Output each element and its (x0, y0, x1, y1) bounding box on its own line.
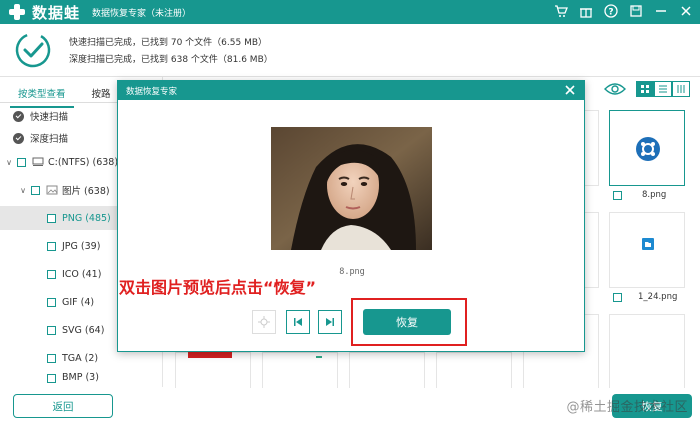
title-bar: 数据蛙 数据恢复专家（未注册） ? (0, 0, 700, 24)
previous-icon (294, 318, 302, 326)
tree-item-label: SVG (64) (62, 324, 105, 336)
list-view-icon[interactable] (654, 81, 672, 97)
file-thumbnail[interactable] (436, 352, 512, 388)
grid-view-icon[interactable] (636, 81, 654, 97)
file-label: 1_24.png (638, 292, 678, 302)
file-label: 8.png (642, 190, 667, 200)
close-icon[interactable] (562, 82, 578, 98)
checkbox[interactable] (613, 190, 622, 200)
eye-icon[interactable] (604, 81, 626, 97)
next-button[interactable] (318, 310, 342, 334)
file-thumbnail[interactable] (609, 212, 685, 288)
image-folder-icon (46, 185, 58, 195)
app-logo: 数据蛙 (8, 2, 80, 23)
divider (0, 76, 700, 77)
quick-scan-result: 快速扫描已完成，已找到 70 个文件（6.55 MB） (69, 38, 268, 48)
checked-icon (13, 110, 24, 122)
file-thumbnail[interactable] (609, 110, 685, 186)
file-icon (642, 238, 654, 250)
previous-button[interactable] (286, 310, 310, 334)
tab-by-type[interactable]: 按类型查看 (0, 84, 84, 108)
checkbox[interactable] (47, 269, 56, 279)
logo-text: 数据蛙 (32, 3, 81, 22)
watermark: @稀土掘金技术社区 (566, 400, 688, 415)
file-label-row: 8.png (613, 190, 666, 200)
dialog-header: 数据恢复专家 (118, 81, 584, 100)
checked-icon (13, 132, 24, 144)
locate-icon (258, 316, 270, 328)
tree-item-label: JPG (39) (62, 240, 101, 252)
tree-item-label: GIF (4) (62, 296, 95, 308)
help-icon[interactable]: ? (603, 3, 619, 19)
tree-item-label: ICO (41) (62, 268, 102, 280)
locate-button[interactable] (252, 310, 276, 334)
app-title: 数据恢复专家（未注册） (92, 8, 192, 19)
checkbox[interactable] (47, 241, 56, 251)
tree-item-label: TGA (2) (62, 352, 99, 364)
checkbox[interactable] (31, 185, 40, 195)
next-icon (326, 318, 334, 326)
checkbox[interactable] (613, 292, 622, 302)
deep-scan-result: 深度扫描已完成，已找到 638 个文件（81.6 MB） (69, 55, 273, 65)
media-file-icon (636, 137, 660, 161)
file-thumbnail[interactable] (262, 352, 338, 388)
checkbox[interactable] (47, 353, 56, 363)
chevron-down-icon[interactable]: ∨ (3, 158, 15, 167)
view-controls (604, 81, 690, 97)
preview-image[interactable] (271, 127, 432, 250)
detail-view-icon[interactable] (672, 81, 690, 97)
file-thumbnail[interactable] (609, 314, 685, 388)
file-thumbnail[interactable] (349, 352, 425, 388)
tree-item-label: C:(NTFS) (638) (48, 156, 119, 168)
tree-item-label: PNG (485) (62, 212, 111, 224)
sidebar-item-label: 深度扫描 (30, 134, 69, 145)
checkbox[interactable] (47, 213, 56, 223)
tree-item-label: 图片 (638) (62, 186, 110, 197)
checkbox[interactable] (47, 374, 56, 383)
gift-icon[interactable] (578, 3, 594, 19)
minimize-icon[interactable] (653, 3, 669, 19)
tree-item-bmp[interactable]: BMP (3) (0, 372, 160, 386)
highlight-box (351, 298, 467, 346)
logo-cross-icon (8, 3, 26, 21)
sidebar-item-label: 快速扫描 (30, 112, 69, 123)
checkbox[interactable] (47, 297, 56, 307)
checkbox[interactable] (17, 157, 26, 167)
back-button[interactable]: 返回 (13, 394, 113, 418)
svg-text:?: ? (608, 8, 613, 18)
drive-icon (32, 157, 44, 166)
preview-dialog: 数据恢复专家 8.png 恢复 (117, 80, 585, 352)
tree-item-label: BMP (3) (62, 372, 99, 383)
thumbnail-fragment (316, 356, 322, 358)
save-icon[interactable] (628, 3, 644, 19)
file-label-row: 1_24.png (613, 292, 677, 302)
dialog-title: 数据恢复专家 (126, 86, 178, 97)
scan-complete-icon (15, 32, 51, 68)
close-icon[interactable] (678, 3, 694, 19)
checkbox[interactable] (47, 325, 56, 335)
annotation-text: 双击图片预览后点击“恢复” (119, 278, 317, 297)
scan-summary: 快速扫描已完成，已找到 70 个文件（6.55 MB） 深度扫描已完成，已找到 … (0, 24, 700, 76)
cart-icon[interactable] (553, 3, 569, 19)
chevron-down-icon[interactable]: ∨ (17, 186, 29, 195)
